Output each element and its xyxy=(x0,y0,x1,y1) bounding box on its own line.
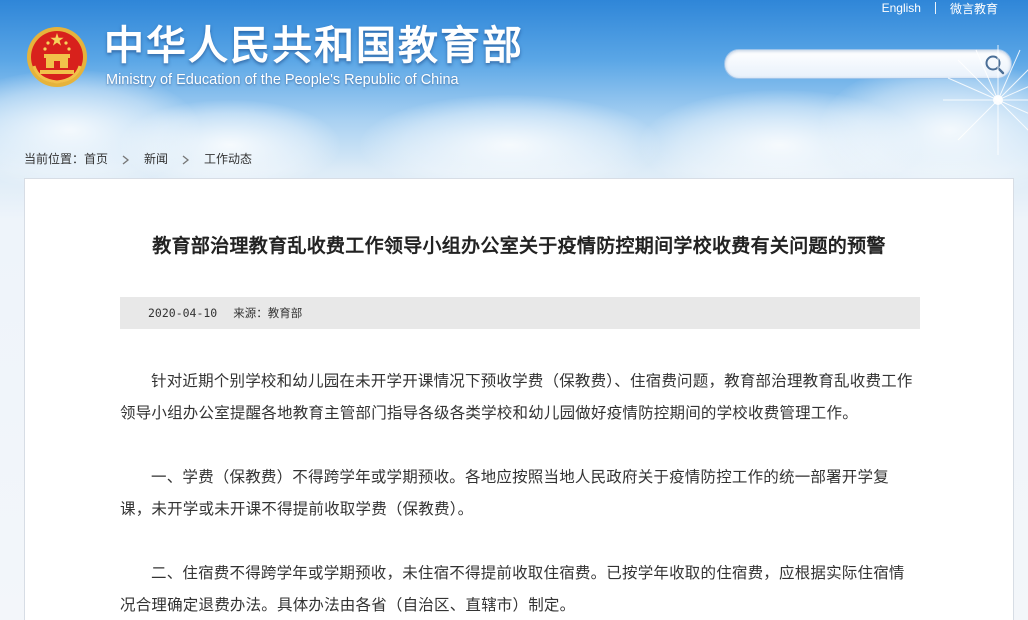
article-title: 教育部治理教育乱收费工作领导小组办公室关于疫情防控期间学校收费有关问题的预警 xyxy=(152,235,886,257)
breadcrumb: 当前位置： 首页 新闻 工作动态 xyxy=(24,150,252,167)
chevron-right-icon xyxy=(122,154,130,165)
article-meta-bar: 2020-04-10 来源：教育部 xyxy=(120,297,920,329)
top-links: English 微言教育 xyxy=(882,0,998,16)
site-subtitle: Ministry of Education of the People's Re… xyxy=(106,72,459,88)
breadcrumb-prefix: 当前位置： xyxy=(24,152,85,166)
breadcrumb-item-news[interactable]: 新闻 xyxy=(144,150,168,167)
chevron-right-icon xyxy=(182,154,190,165)
article-source: 来源：教育部 xyxy=(233,306,303,320)
article-paragraph: 针对近期个别学校和幼儿园在未开学开课情况下预收学费（保教费）、住宿费问题，教育部… xyxy=(120,372,913,422)
english-link[interactable]: English xyxy=(882,1,921,15)
article-container: 教育部治理教育乱收费工作领导小组办公室关于疫情防控期间学校收费有关问题的预警 2… xyxy=(24,178,1014,620)
weibo-link[interactable]: 微言教育 xyxy=(950,0,998,17)
breadcrumb-item-work-news[interactable]: 工作动态 xyxy=(204,150,252,167)
site-title[interactable]: 中华人民共和国教育部 xyxy=(104,20,524,72)
dandelion-decoration-icon xyxy=(943,45,1028,155)
article-paragraph: 一、学费（保教费）不得跨学年或学期预收。各地应按照当地人民政府关于疫情防控工作的… xyxy=(120,468,889,518)
top-link-divider xyxy=(934,2,936,14)
page: 中华人民共和国教育部 Ministry of Education of the … xyxy=(0,0,1028,620)
article-paragraph: 二、住宿费不得跨学年或学期预收，未住宿不得提前收取住宿费。已按学年收取的住宿费，… xyxy=(120,564,905,614)
site-header: 中华人民共和国教育部 Ministry of Education of the … xyxy=(0,0,1028,155)
article-date: 2020-04-10 xyxy=(148,306,218,320)
national-emblem-icon[interactable] xyxy=(26,26,88,88)
breadcrumb-item-home[interactable]: 首页 xyxy=(84,150,108,167)
